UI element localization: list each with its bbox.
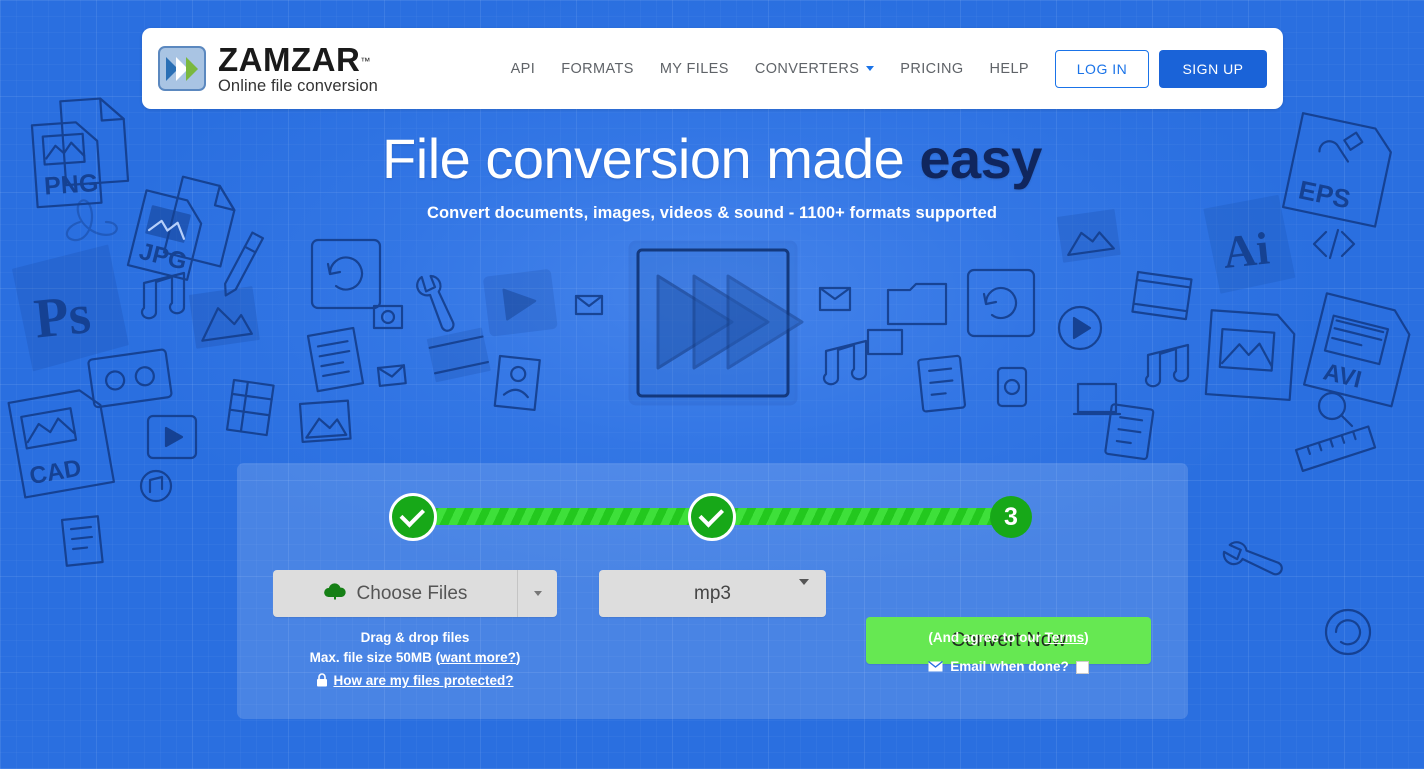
chevron-down-icon	[533, 591, 542, 596]
files-protected-link[interactable]: How are my files protected?	[333, 671, 513, 691]
step-bar-1	[412, 508, 712, 525]
choose-files-dropdown-toggle[interactable]	[517, 570, 557, 617]
email-when-done-row: Email when done?	[866, 657, 1151, 677]
nav-item-my-files[interactable]: MY FILES	[660, 61, 729, 77]
choose-files-button[interactable]: Choose Files	[273, 570, 557, 617]
terms-text: (And agree to our Terms)	[866, 628, 1151, 648]
email-when-done-label: Email when done?	[950, 659, 1069, 674]
choose-files-label: Choose Files	[356, 582, 468, 604]
logo[interactable]: ZAMZAR™ Online file conversion	[158, 43, 378, 95]
terms-suffix: )	[1084, 630, 1089, 645]
chevron-down-icon	[866, 66, 875, 71]
envelope-icon	[928, 660, 944, 674]
logo-tagline: Online file conversion	[218, 76, 378, 95]
drag-drop-text: Drag & drop files	[360, 630, 470, 645]
upload-help-text: Drag & drop files Max. file size 50MB (w…	[273, 628, 557, 691]
terms-prefix: (And agree to our	[928, 630, 1045, 645]
site-header: ZAMZAR™ Online file conversion API FORMA…	[142, 28, 1283, 109]
nav-label: HELP	[989, 60, 1029, 77]
nav-label: API	[510, 60, 536, 77]
files-protected-row: How are my files protected?	[273, 671, 557, 691]
max-file-size-text: Max. file size 50MB (want more?)	[273, 648, 557, 668]
conversion-panel: 3 Choose Files mp3 Convert Now Drag & dr…	[237, 463, 1188, 719]
log-in-button[interactable]: LOG IN	[1055, 49, 1149, 88]
hero-section: File conversion made easy Convert docume…	[0, 128, 1424, 223]
nav-label: CONVERTERS	[754, 60, 860, 77]
step-2-complete[interactable]	[688, 493, 736, 541]
want-more-link[interactable]: want more?	[440, 650, 516, 665]
step-3-current[interactable]: 3	[990, 496, 1032, 538]
format-select-value: mp3	[694, 582, 731, 604]
nav-item-api[interactable]: API	[511, 61, 536, 77]
main-navigation: API FORMATS MY FILES CONVERTERS PRICING …	[511, 49, 1283, 88]
sign-up-button[interactable]: SIGN UP	[1159, 49, 1267, 88]
choose-files-main[interactable]: Choose Files	[273, 570, 517, 617]
step-1-complete[interactable]	[389, 493, 437, 541]
nav-label: MY FILES	[659, 60, 729, 77]
nav-label: FORMATS	[561, 60, 634, 77]
logo-wordmark: ZAMZAR	[218, 40, 361, 78]
check-icon	[399, 502, 426, 528]
nav-item-formats[interactable]: FORMATS	[561, 61, 634, 77]
check-icon	[698, 502, 725, 528]
page-title: File conversion made easy	[0, 128, 1424, 190]
cloud-upload-icon	[323, 581, 347, 606]
double-chevron-icon	[158, 46, 206, 91]
nav-item-help[interactable]: HELP	[990, 61, 1029, 77]
lock-icon	[316, 673, 328, 689]
max-size-prefix: Max. file size 50MB (	[309, 650, 441, 665]
terms-link[interactable]: Terms	[1045, 630, 1085, 645]
email-when-done-checkbox[interactable]	[1075, 660, 1089, 674]
step-bar-2	[712, 508, 1012, 525]
convert-help-text: (And agree to our Terms) Email when done…	[866, 628, 1151, 677]
hero-subtitle: Convert documents, images, videos & soun…	[426, 203, 998, 222]
chevron-down-icon	[799, 578, 809, 603]
nav-item-pricing[interactable]: PRICING	[900, 61, 963, 77]
nav-item-converters[interactable]: CONVERTERS	[754, 60, 875, 77]
hero-title-emphasis: easy	[919, 127, 1042, 190]
logo-trademark: ™	[360, 56, 371, 68]
conversion-controls: Choose Files mp3 Convert Now	[237, 570, 1188, 664]
hero-title-plain: File conversion made	[382, 127, 920, 190]
step-progress: 3	[237, 463, 1188, 571]
format-select[interactable]: mp3	[599, 570, 826, 617]
nav-label: PRICING	[900, 60, 964, 77]
max-size-suffix: )	[515, 650, 521, 665]
